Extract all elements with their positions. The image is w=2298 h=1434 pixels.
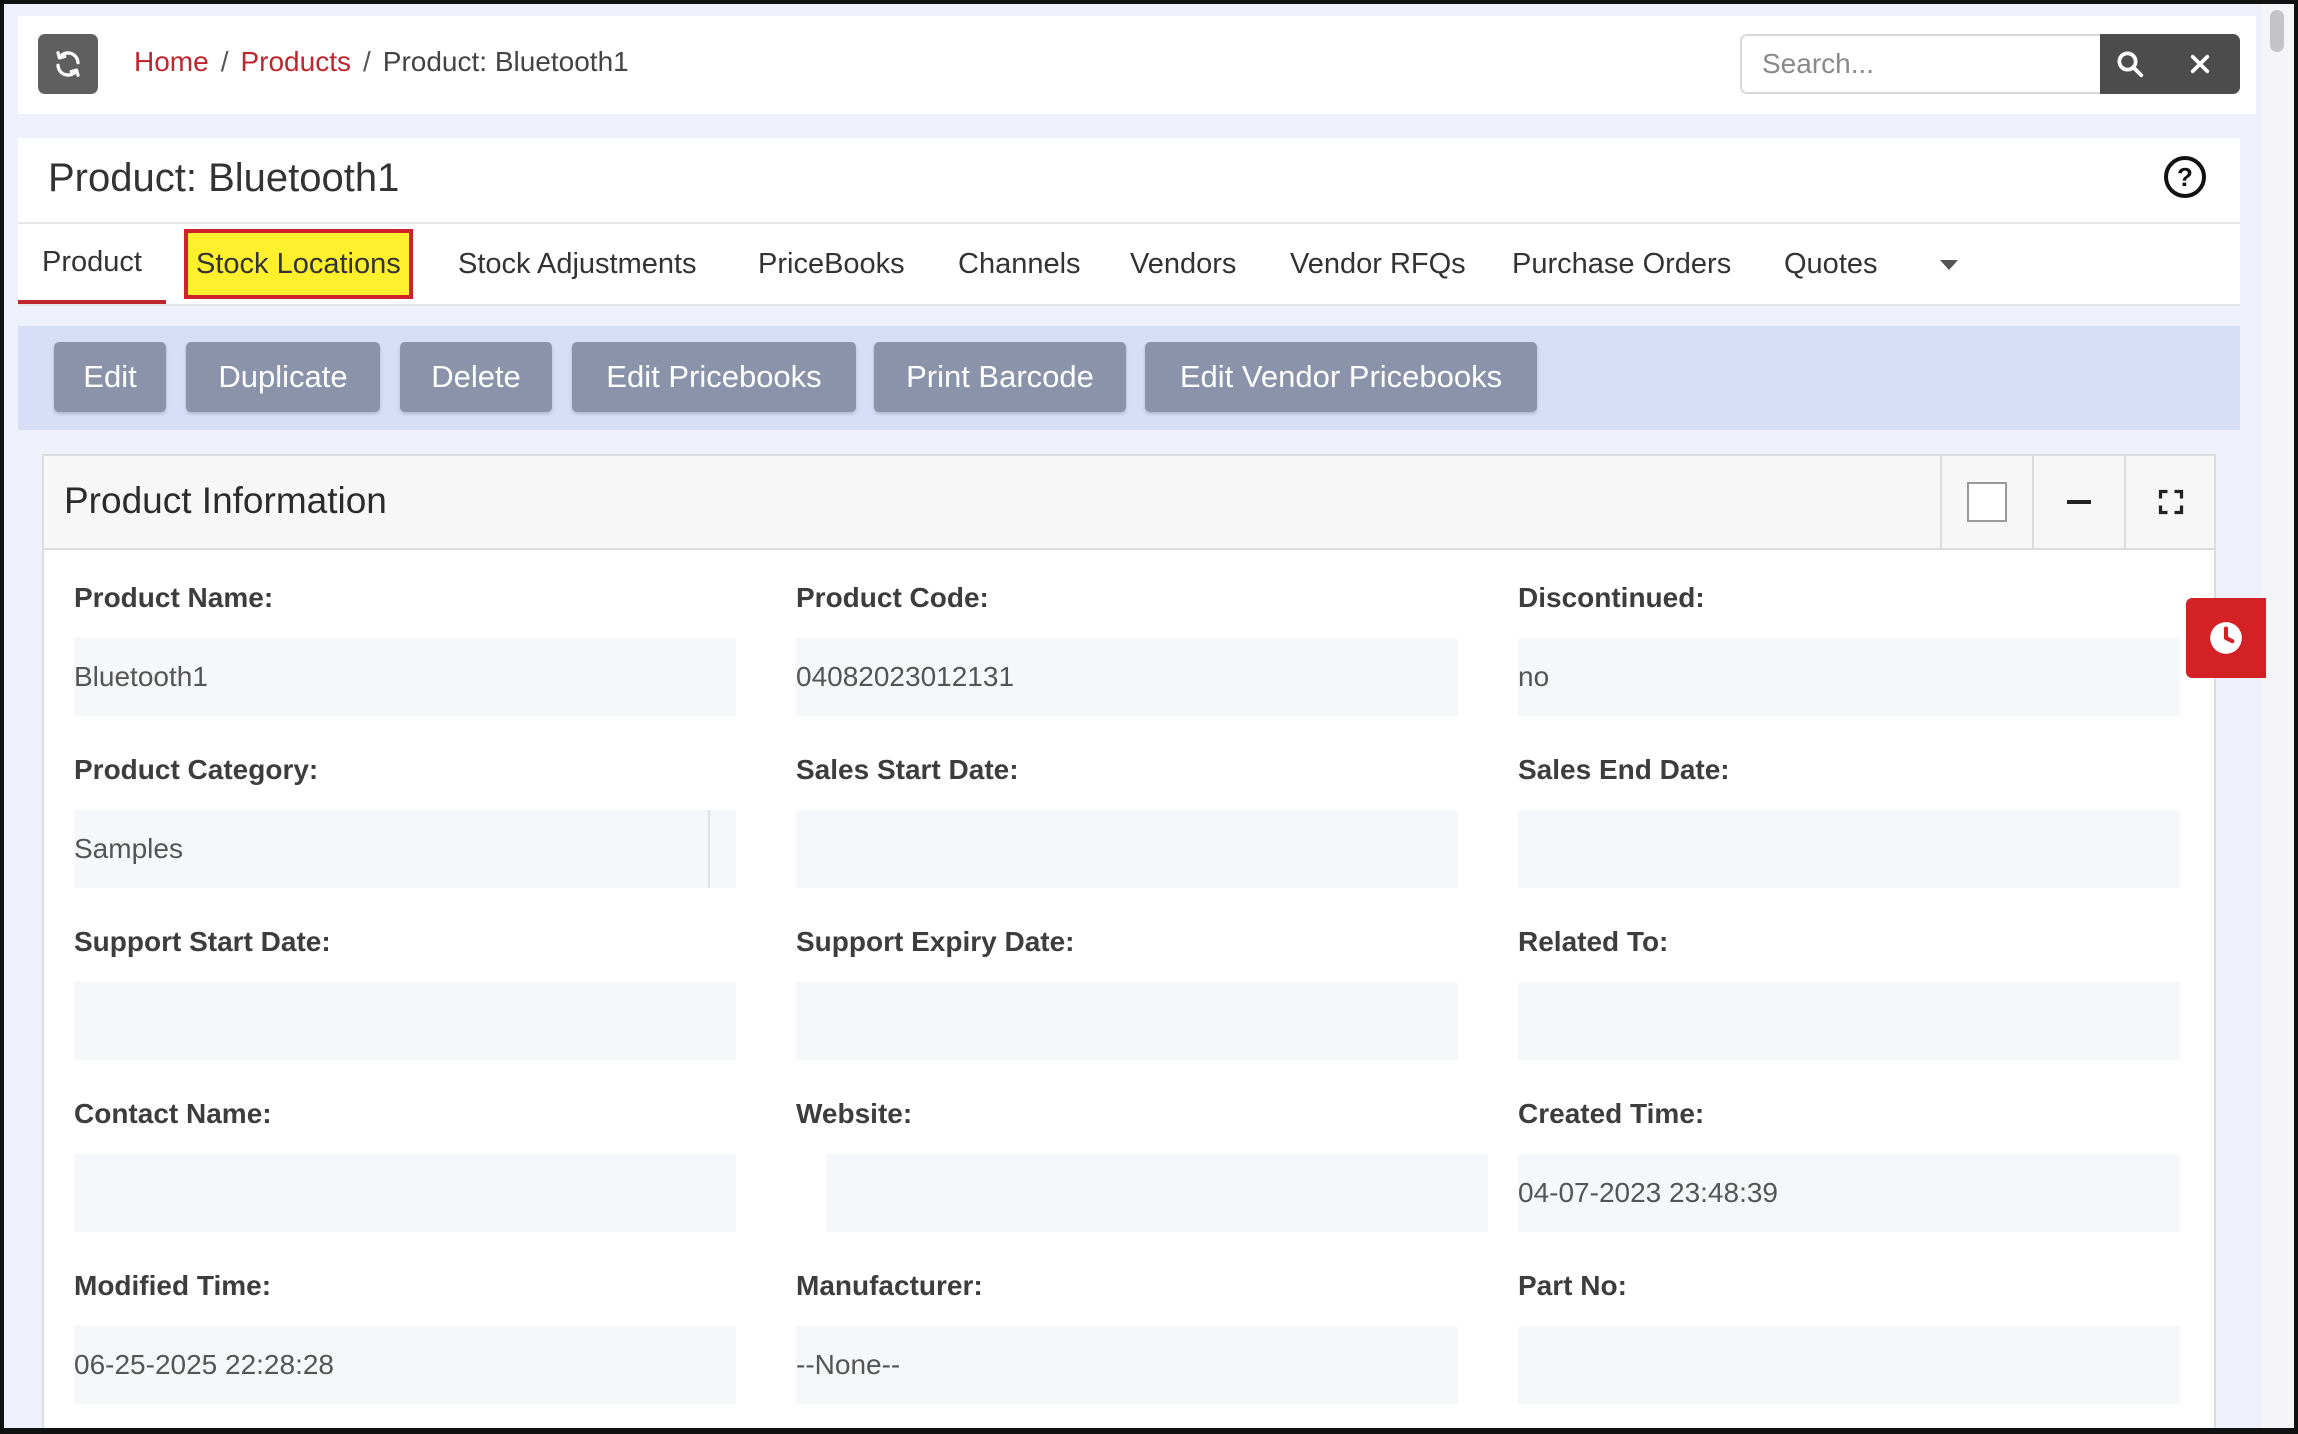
action-bar: Edit Duplicate Delete Edit Pricebooks Pr… <box>18 326 2240 430</box>
field-value-contact-name <box>74 1154 736 1232</box>
tab-pricebooks[interactable]: PriceBooks <box>758 224 905 304</box>
duplicate-button[interactable]: Duplicate <box>186 342 380 412</box>
activity-clock-button[interactable] <box>2186 598 2266 678</box>
field-label-related-to: Related To: <box>1518 926 1669 957</box>
breadcrumb-home[interactable]: Home <box>134 46 209 78</box>
field-value-discontinued: no <box>1518 638 2180 716</box>
refresh-button[interactable] <box>38 34 98 94</box>
field-value-product-code: 04082023012131 <box>796 638 1458 716</box>
field-value-manufacturer: --None-- <box>796 1326 1458 1404</box>
tab-stock-adjustments[interactable]: Stock Adjustments <box>458 224 697 304</box>
search-icon <box>2117 51 2144 78</box>
product-name-value: Bluetooth1 <box>74 661 208 692</box>
caret-down-icon[interactable] <box>1940 260 1958 270</box>
page-header: Product: Bluetooth1 ? <box>18 138 2240 224</box>
tab-product[interactable]: Product <box>18 224 166 304</box>
field-label-created-time: Created Time: <box>1518 1098 1705 1129</box>
field-value-support-start-date <box>74 982 736 1060</box>
product-category-value: Samples <box>74 833 183 864</box>
panel-minimize-button[interactable] <box>2032 456 2124 548</box>
field-label-modified-time: Modified Time: <box>74 1270 272 1301</box>
top-bar: Home / Products / Product: Bluetooth1 <box>18 16 2256 114</box>
field-value-sales-start-date <box>796 810 1458 888</box>
close-icon <box>2190 54 2210 74</box>
edit-button[interactable]: Edit <box>54 342 166 412</box>
field-label-website: Website: <box>796 1098 913 1129</box>
edit-pricebooks-button[interactable]: Edit Pricebooks <box>572 342 856 412</box>
breadcrumb-current: Product: Bluetooth1 <box>382 46 629 77</box>
field-value-support-expiry-date <box>796 982 1458 1060</box>
field-value-product-name: Bluetooth1 <box>74 638 736 716</box>
field-label-support-start-date: Support Start Date: <box>74 926 331 957</box>
checkbox-icon <box>1967 482 2007 522</box>
field-label-manufacturer: Manufacturer: <box>796 1270 983 1301</box>
scrollbar-thumb[interactable] <box>2270 10 2284 52</box>
created-time-value: 04-07-2023 23:48:39 <box>1518 1177 1778 1208</box>
tab-stock-locations[interactable]: Stock Locations <box>184 229 413 299</box>
tab-purchase-orders[interactable]: Purchase Orders <box>1512 224 1731 304</box>
field-label-discontinued: Discontinued: <box>1518 582 1705 613</box>
tab-channels[interactable]: Channels <box>958 224 1081 304</box>
clock-icon <box>2210 622 2242 654</box>
field-label-product-category: Product Category: <box>74 754 319 785</box>
search-button[interactable] <box>2100 34 2160 94</box>
page-title: Product: Bluetooth1 <box>48 156 400 200</box>
tab-vendor-rfqs[interactable]: Vendor RFQs <box>1290 224 1466 304</box>
field-value-product-category: Samples <box>74 810 736 888</box>
field-value-website <box>826 1154 1488 1232</box>
field-label-support-expiry-date: Support Expiry Date: <box>796 926 1075 957</box>
tab-bar: Product Stock Locations Stock Adjustment… <box>18 224 2240 306</box>
field-label-contact-name: Contact Name: <box>74 1098 272 1129</box>
print-barcode-button[interactable]: Print Barcode <box>874 342 1126 412</box>
expand-icon <box>2158 489 2184 515</box>
field-label-sales-start-date: Sales Start Date: <box>796 754 1019 785</box>
field-value-sales-end-date <box>1518 810 2180 888</box>
field-label-product-name: Product Name: <box>74 582 274 613</box>
breadcrumb-separator: / <box>362 46 371 77</box>
field-label-part-no: Part No: <box>1518 1270 1627 1301</box>
panel-title: Product Information <box>64 480 387 521</box>
search-input[interactable] <box>1740 34 2102 94</box>
tab-quotes[interactable]: Quotes <box>1784 224 1878 304</box>
help-icon[interactable]: ? <box>2164 156 2206 198</box>
panel-fullscreen-button[interactable] <box>2124 456 2216 548</box>
field-label-product-code: Product Code: <box>796 582 989 613</box>
refresh-icon <box>56 51 80 77</box>
category-divider <box>708 810 710 888</box>
tab-vendors[interactable]: Vendors <box>1130 224 1236 304</box>
product-information-panel: Product Information Product Name: Blueto… <box>42 454 2216 1434</box>
discontinued-value: no <box>1518 661 1550 692</box>
edit-vendor-pricebooks-button[interactable]: Edit Vendor Pricebooks <box>1145 342 1537 412</box>
panel-select-checkbox[interactable] <box>1940 456 2032 548</box>
minus-icon <box>2067 500 2091 504</box>
field-label-sales-end-date: Sales End Date: <box>1518 754 1730 785</box>
field-value-created-time: 04-07-2023 23:48:39 <box>1518 1154 2180 1232</box>
panel-header: Product Information <box>44 456 2214 550</box>
manufacturer-value: --None-- <box>796 1349 901 1380</box>
field-value-modified-time: 06-25-2025 22:28:28 <box>74 1326 736 1404</box>
breadcrumb: Home / Products / Product: Bluetooth1 <box>134 46 629 78</box>
clear-search-button[interactable] <box>2160 34 2240 94</box>
field-value-part-no <box>1518 1326 2180 1404</box>
page-scrollbar[interactable] <box>2262 4 2294 1428</box>
breadcrumb-products[interactable]: Products <box>240 46 351 78</box>
delete-button[interactable]: Delete <box>400 342 552 412</box>
product-code-value: 04082023012131 <box>796 661 1015 692</box>
modified-time-value: 06-25-2025 22:28:28 <box>74 1349 334 1380</box>
breadcrumb-separator: / <box>220 46 229 77</box>
field-value-related-to <box>1518 982 2180 1060</box>
